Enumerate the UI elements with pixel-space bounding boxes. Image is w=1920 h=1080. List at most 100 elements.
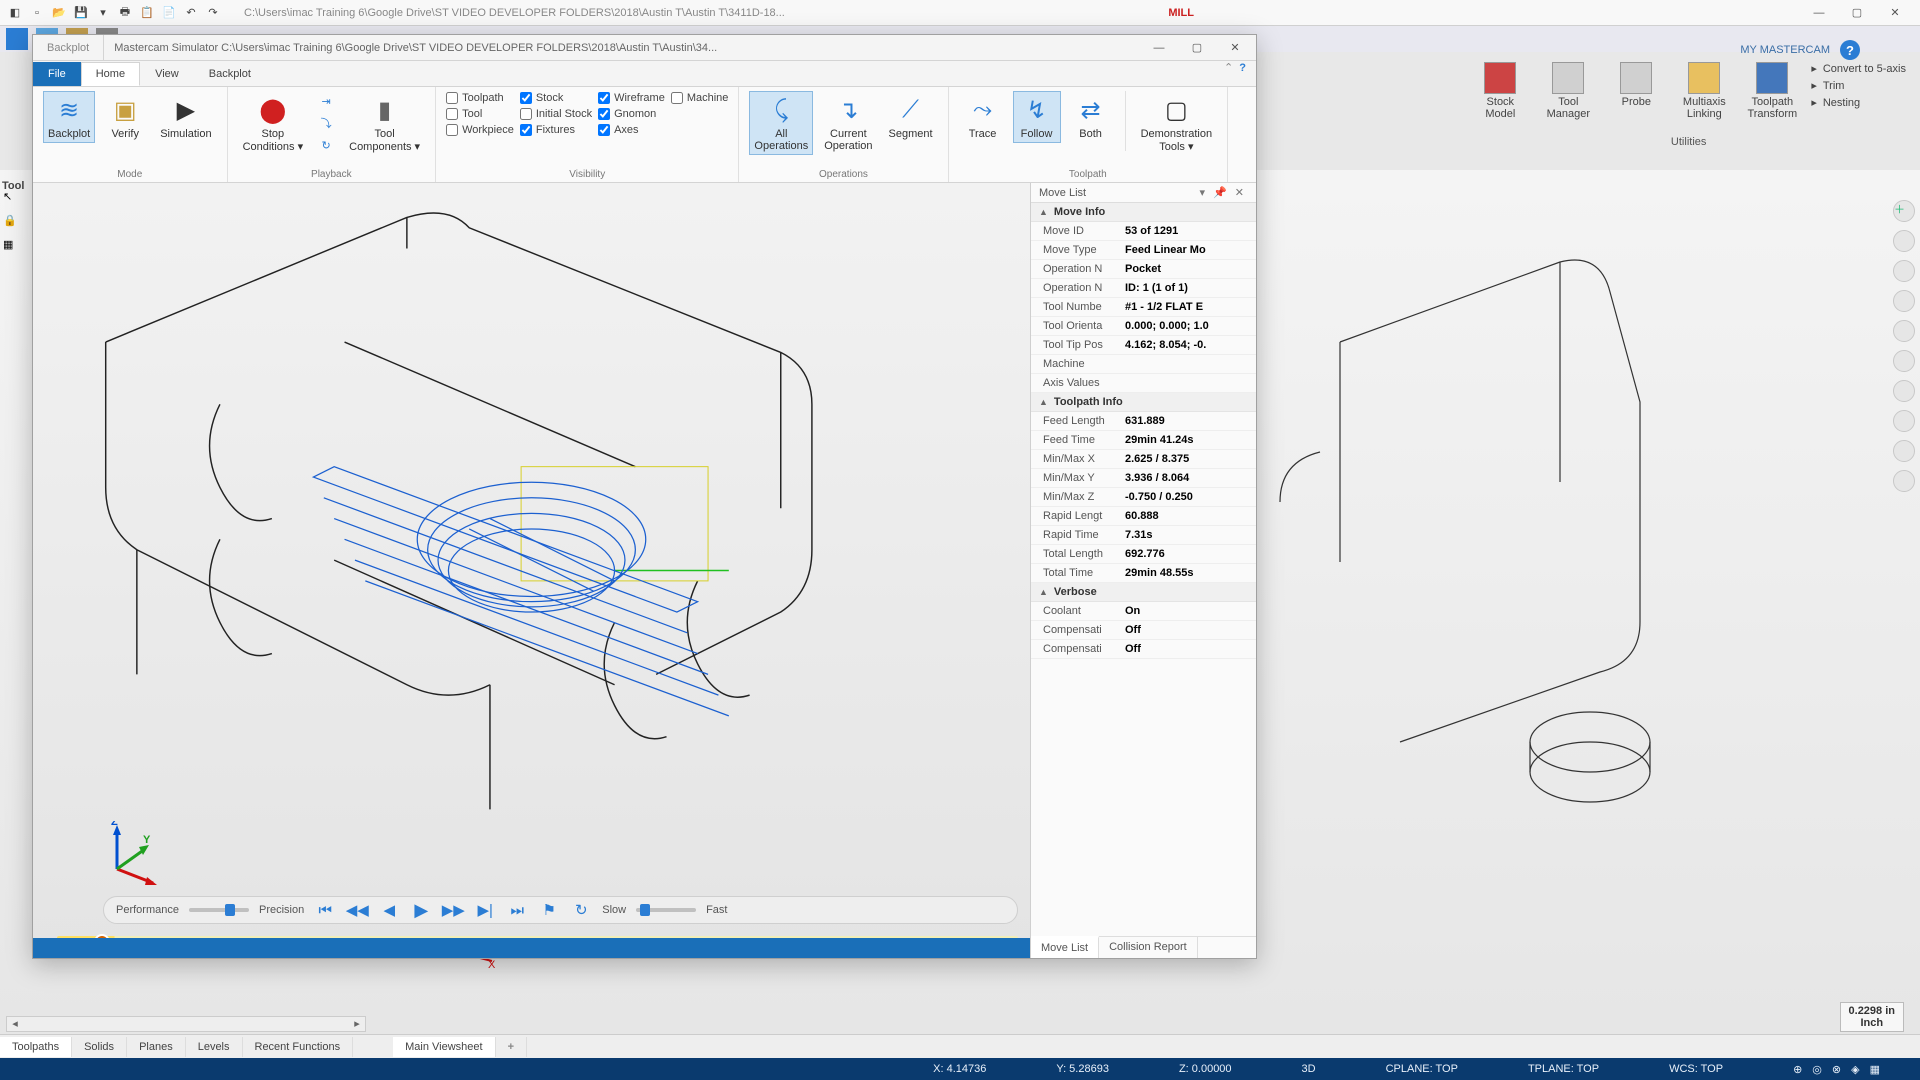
tool-manager-button[interactable]: Tool Manager: [1539, 62, 1597, 120]
chk-machine[interactable]: Machine: [671, 91, 729, 105]
rg-btn-3[interactable]: [1893, 260, 1915, 282]
chk-initial-stock[interactable]: Initial Stock: [520, 107, 592, 121]
app-icon[interactable]: ◧: [6, 4, 24, 22]
rg-plus-icon[interactable]: ＋: [1893, 200, 1915, 222]
pb-small-2[interactable]: ⤵: [314, 113, 338, 133]
maximize-button[interactable]: ▢: [1842, 3, 1872, 23]
section-move-info[interactable]: ▲Move Info: [1031, 203, 1256, 222]
panel-tab-movelist[interactable]: Move List: [1031, 936, 1099, 958]
ltool-cursor-icon[interactable]: ↖: [3, 190, 21, 208]
play-button[interactable]: ▶: [410, 900, 432, 920]
tool-components-button[interactable]: ▮Tool Components ▾: [344, 91, 425, 156]
demo-tools-button[interactable]: ▢Demonstration Tools ▾: [1136, 91, 1218, 156]
tab-planes[interactable]: Planes: [127, 1037, 186, 1057]
backplot-button[interactable]: ≋Backplot: [43, 91, 95, 143]
multiaxis-button[interactable]: Multiaxis Linking: [1675, 62, 1733, 120]
speed-slider[interactable]: [636, 908, 696, 912]
save-icon[interactable]: 💾: [72, 4, 90, 22]
status-3d[interactable]: 3D: [1302, 1063, 1316, 1075]
quality-slider[interactable]: [189, 908, 249, 912]
sim-maximize-button[interactable]: ▢: [1182, 38, 1212, 58]
status-wcs[interactable]: WCS: TOP: [1669, 1063, 1723, 1075]
rg-btn-5[interactable]: [1893, 320, 1915, 342]
rg-btn-8[interactable]: [1893, 410, 1915, 432]
print-icon[interactable]: 🖶: [116, 4, 134, 22]
sim-tab-view[interactable]: View: [140, 62, 194, 86]
trace-button[interactable]: ⤳Trace: [959, 91, 1007, 143]
segment-button[interactable]: ⟋Segment: [884, 91, 938, 143]
tab-add[interactable]: +: [496, 1037, 527, 1057]
all-operations-button[interactable]: ⤹All Operations: [749, 91, 813, 155]
status-ico-5[interactable]: ▦: [1870, 1063, 1880, 1076]
close-button[interactable]: ✕: [1880, 3, 1910, 23]
hscroll-bar[interactable]: ◂ ▸: [6, 1016, 366, 1032]
status-ico-3[interactable]: ⊗: [1832, 1063, 1841, 1076]
rg-btn-4[interactable]: [1893, 290, 1915, 312]
sim-minimize-button[interactable]: —: [1144, 38, 1174, 58]
sim-tab-file[interactable]: File: [33, 62, 81, 86]
step-back-op-button[interactable]: ◀◀: [346, 900, 368, 920]
panel-dropdown-icon[interactable]: ▾: [1196, 186, 1210, 199]
ribbon-collapse-icon[interactable]: ⌃: [1224, 61, 1233, 74]
rg-btn-9[interactable]: [1893, 440, 1915, 462]
tab-recent[interactable]: Recent Functions: [243, 1037, 354, 1057]
tab-solids[interactable]: Solids: [72, 1037, 127, 1057]
tab-main-viewsheet[interactable]: Main Viewsheet: [393, 1037, 495, 1057]
panel-header[interactable]: Move List ▾ 📌 ✕: [1031, 183, 1256, 203]
both-button[interactable]: ⇄Both: [1067, 91, 1115, 143]
chk-toolpath[interactable]: Toolpath: [446, 91, 514, 105]
copy-icon[interactable]: 📋: [138, 4, 156, 22]
nesting-button[interactable]: ▸ Nesting: [1811, 96, 1906, 109]
simulation-button[interactable]: ▶Simulation: [155, 91, 216, 143]
chk-axes[interactable]: Axes: [598, 123, 665, 137]
sim-tab-backplot[interactable]: Backplot: [194, 62, 266, 86]
chk-workpiece[interactable]: Workpiece: [446, 123, 514, 137]
panel-close-icon[interactable]: ✕: [1231, 186, 1248, 199]
bookmark-button[interactable]: ⚑: [538, 900, 560, 920]
convert-5axis-button[interactable]: ▸ Convert to 5-axis: [1811, 62, 1906, 75]
panel-tab-collision[interactable]: Collision Report: [1099, 937, 1198, 958]
my-mastercam-link[interactable]: MY MASTERCAM: [1740, 44, 1830, 56]
section-verbose[interactable]: ▲Verbose: [1031, 583, 1256, 602]
loop-button[interactable]: ↻: [570, 900, 592, 920]
hscroll-left-icon[interactable]: ◂: [7, 1017, 23, 1031]
ribbon-help-icon[interactable]: ?: [1239, 62, 1246, 74]
rg-btn-2[interactable]: [1893, 230, 1915, 252]
trim-button[interactable]: ▸ Trim: [1811, 79, 1906, 92]
tab-toolpaths[interactable]: Toolpaths: [0, 1037, 72, 1057]
hscroll-right-icon[interactable]: ▸: [349, 1017, 365, 1031]
chk-fixtures[interactable]: Fixtures: [520, 123, 592, 137]
status-cplane[interactable]: CPLANE: TOP: [1386, 1063, 1458, 1075]
step-back-button[interactable]: ◀: [378, 900, 400, 920]
ltool-grid-icon[interactable]: ▦: [3, 238, 21, 256]
minimize-button[interactable]: —: [1804, 3, 1834, 23]
step-fwd-button[interactable]: ▶▶: [442, 900, 464, 920]
go-start-button[interactable]: ⏮: [314, 900, 336, 920]
tab-levels[interactable]: Levels: [186, 1037, 243, 1057]
follow-button[interactable]: ↯Follow: [1013, 91, 1061, 143]
section-toolpath-info[interactable]: ▲Toolpath Info: [1031, 393, 1256, 412]
sim-tab-home[interactable]: Home: [81, 62, 140, 86]
stock-model-button[interactable]: Stock Model: [1471, 62, 1529, 120]
status-tplane[interactable]: TPLANE: TOP: [1528, 1063, 1599, 1075]
chk-tool[interactable]: Tool: [446, 107, 514, 121]
sim-titlebar[interactable]: Backplot Mastercam Simulator C:\Users\im…: [33, 35, 1256, 61]
status-ico-1[interactable]: ⊕: [1793, 1063, 1802, 1076]
new-icon[interactable]: ▫: [28, 4, 46, 22]
rg-btn-10[interactable]: [1893, 470, 1915, 492]
sim-3d-viewport[interactable]: Z Y Performance Precision ⏮ ◀◀ ◀ ▶ ▶▶ ▶|: [33, 183, 1030, 958]
verify-button[interactable]: ▣Verify: [101, 91, 149, 143]
panel-body[interactable]: ▲Move Info Move ID53 of 1291 Move TypeFe…: [1031, 203, 1256, 936]
sec-icon-1[interactable]: [6, 28, 28, 50]
pb-small-1[interactable]: ⇥: [314, 91, 338, 111]
sim-close-button[interactable]: ✕: [1220, 38, 1250, 58]
redo-icon[interactable]: ↷: [204, 4, 222, 22]
stop-conditions-button[interactable]: ⬤Stop Conditions ▾: [238, 91, 309, 156]
save-dropdown-icon[interactable]: ▾: [94, 4, 112, 22]
toolpath-transform-button[interactable]: Toolpath Transform: [1743, 62, 1801, 120]
status-ico-4[interactable]: ◈: [1851, 1063, 1859, 1076]
status-ico-2[interactable]: ◎: [1812, 1063, 1822, 1076]
rg-btn-6[interactable]: [1893, 350, 1915, 372]
pb-small-3[interactable]: ↻: [314, 135, 338, 155]
probe-button[interactable]: Probe: [1607, 62, 1665, 108]
